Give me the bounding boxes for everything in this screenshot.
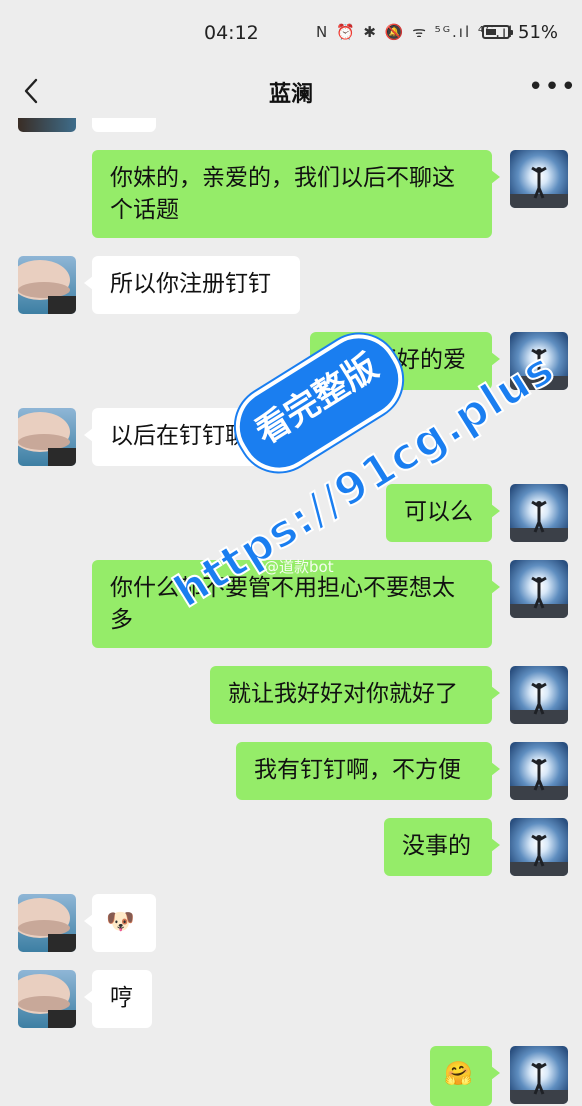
message-bubble[interactable]: 哼 [84,970,152,1028]
message-bubble[interactable]: 就让我好好对你就好了 [210,666,500,724]
message-text: 所以你注册钉钉 [110,271,271,297]
my-avatar[interactable] [510,742,568,800]
my-avatar[interactable] [510,484,568,542]
message-bubble[interactable]: 🤗 [430,1046,500,1106]
avatar-image [18,256,76,314]
avatar-image [18,970,76,1028]
my-avatar[interactable] [510,1046,568,1104]
message-text: 就让我好好对你就好了 [228,681,458,707]
chat-header: 蓝澜 ••• [0,64,582,118]
hug-emoji-icon: 🤗 [444,1061,473,1087]
status-bar: 04:12 N ⏰ ✱ 🔕 ᯤ ⁵ᴳ.ıl ⁴ᴳ.ıl 51% [0,0,582,64]
message-bubble[interactable]: 可以么 [386,484,500,542]
avatar-image [510,484,568,542]
message-text: 没事的 [402,833,471,859]
battery-fill [486,29,496,35]
avatar-image [510,150,568,208]
doge-emoji-icon: 🐶 [106,909,135,935]
my-avatar[interactable] [510,560,568,618]
message-text: 我有钉钉啊，不方便 [254,757,461,783]
message-text: 你什么都不要管不用担心不要想太多 [110,575,455,633]
my-avatar[interactable] [510,666,568,724]
chat-title: 蓝澜 [268,82,313,107]
message-text: 可以么 [404,499,473,525]
more-button[interactable]: ••• [528,74,576,102]
contact-avatar[interactable] [18,894,76,952]
avatar-image [510,742,568,800]
cutoff-avatar [18,118,76,132]
avatar-image [18,408,76,466]
contact-avatar[interactable] [18,408,76,466]
more-dots-icon: ••• [528,72,578,102]
battery-percent: 51% [518,22,559,43]
message-text: 以后在钉钉聊 [110,423,248,449]
contact-avatar[interactable] [18,970,76,1028]
message-bubble[interactable]: 没事的 [384,818,500,876]
my-avatar[interactable] [510,150,568,208]
watermark-weibo: @道款bot [264,558,334,576]
battery-icon [482,25,513,39]
message-bubble[interactable]: 你妹的，亲爱的，我们以后不聊这个话题 [92,150,500,238]
contact-avatar[interactable] [18,256,76,314]
avatar-image [510,666,568,724]
avatar-image [510,1046,568,1104]
message-bubble[interactable]: 我有钉钉啊，不方便 [236,742,500,800]
status-time: 04:12 [204,22,259,44]
my-avatar[interactable] [510,818,568,876]
message-bubble[interactable]: 所以你注册钉钉 [84,256,300,314]
avatar-image [510,560,568,618]
message-text: 你妹的，亲爱的，我们以后不聊这个话题 [110,165,455,223]
message-text: 哼 [110,985,133,1011]
avatar-image [510,818,568,876]
message-bubble[interactable]: 🐶 [84,894,156,952]
cutoff-bubble [92,118,156,132]
avatar-image [18,894,76,952]
